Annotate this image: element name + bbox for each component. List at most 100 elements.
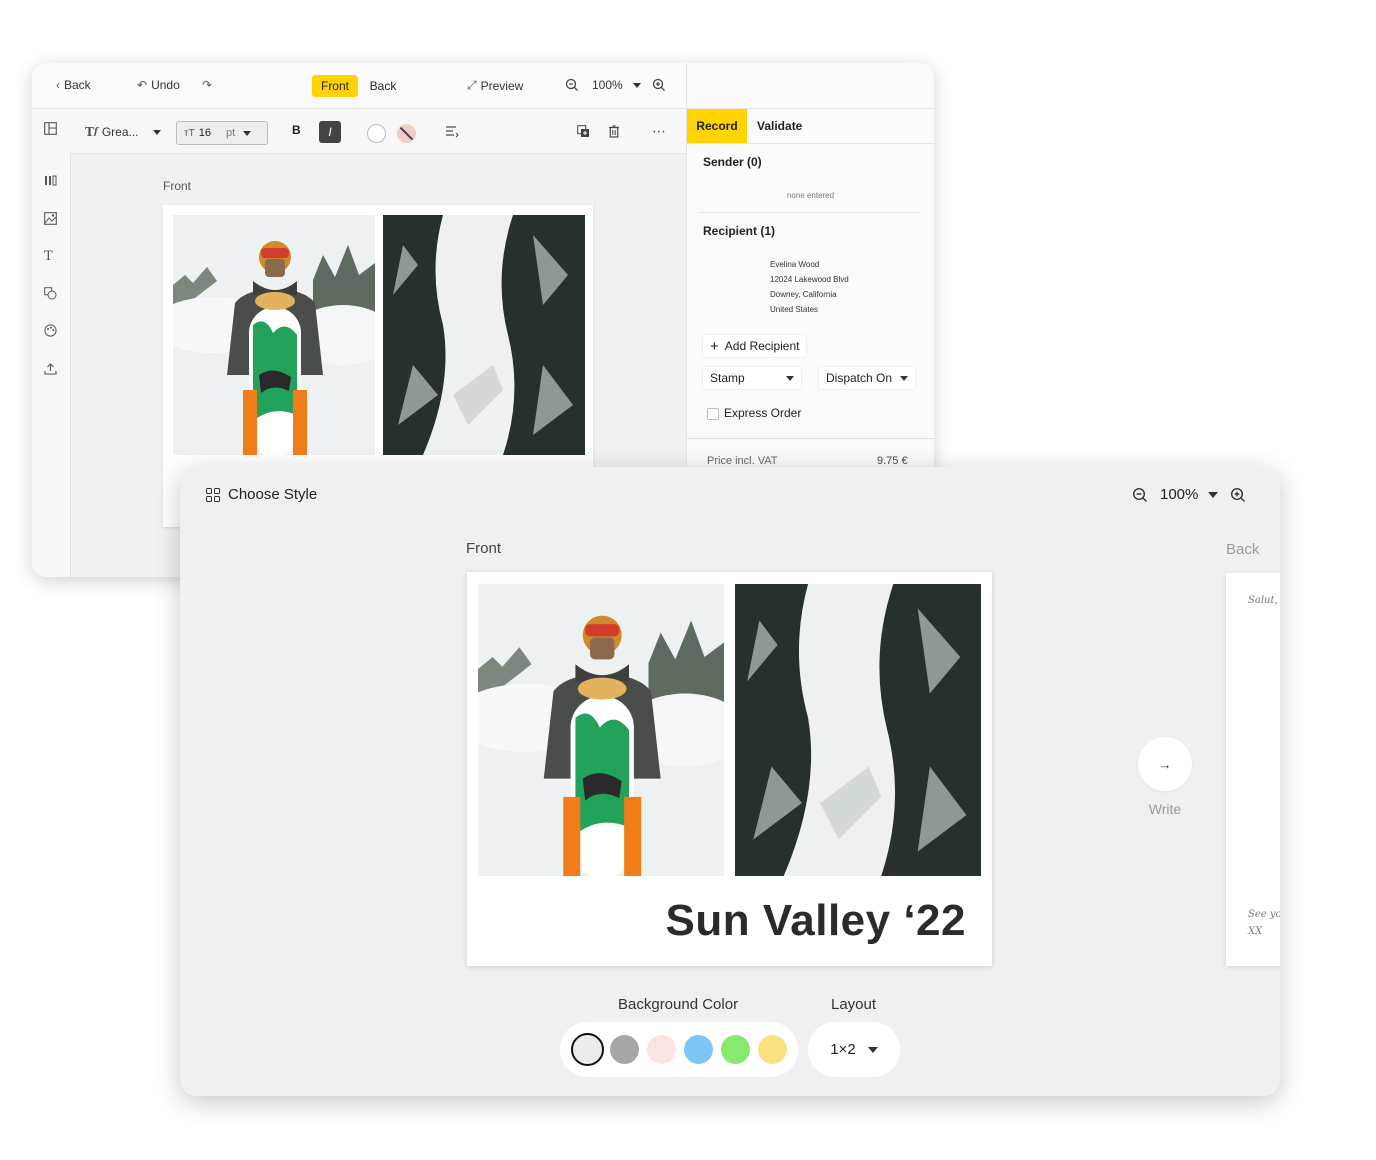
color-swatch[interactable] (571, 1033, 604, 1066)
duplicate-icon[interactable] (577, 125, 590, 138)
panel-divider (687, 438, 934, 439)
highlight-color-swatch[interactable] (397, 124, 416, 143)
price-label: Price incl. VAT (707, 455, 778, 467)
zoom-select[interactable]: 100% (592, 78, 641, 92)
redo-button[interactable]: ↷ (202, 78, 212, 92)
stamp-label: Stamp (710, 371, 745, 385)
postcard-back[interactable]: Salut, See you XX (1226, 573, 1280, 966)
address-line: 12024 Lakewood Blvd (770, 275, 849, 284)
add-recipient-label: Add Recipient (724, 339, 800, 353)
more-icon[interactable]: ⋯ (652, 123, 667, 140)
plus-icon: + (710, 337, 719, 355)
back-button[interactable]: ‹ Back (56, 78, 91, 92)
snowboarder-photo (478, 584, 724, 876)
align-icon[interactable] (445, 125, 459, 138)
address-line: Downey, California (770, 290, 837, 299)
caret-down-icon (1208, 491, 1219, 498)
undo-button[interactable]: ↶ Undo (137, 78, 180, 92)
caret-down-icon (786, 375, 794, 381)
dispatch-select[interactable]: Dispatch On (819, 367, 916, 389)
color-swatch[interactable] (684, 1035, 713, 1064)
undo-label: Undo (151, 78, 180, 92)
zoom-out-icon[interactable] (1132, 487, 1148, 503)
sender-divider (699, 212, 921, 213)
recipient-address[interactable]: Evelina Wood 12024 Lakewood Blvd Downey,… (770, 257, 849, 317)
side-front-toggle[interactable]: Front (312, 75, 358, 97)
caret-down-icon (632, 82, 641, 88)
sender-empty-text: none entered (786, 191, 835, 200)
back-side-label: Back (1226, 541, 1260, 558)
palette-icon[interactable] (44, 324, 57, 337)
stamp-select[interactable]: Stamp (703, 367, 801, 389)
text-size-icon: ᴛT (184, 127, 195, 139)
add-recipient-button[interactable]: + Add Recipient (703, 335, 807, 357)
zoom-select[interactable]: 100% (1160, 486, 1219, 503)
caret-down-icon (900, 375, 909, 381)
color-swatch[interactable] (758, 1035, 787, 1064)
font-name: Grea... (101, 125, 139, 139)
choose-style-window: Choose Style 100% Front Back Sun Valley … (180, 467, 1280, 1096)
font-family-select[interactable]: Tf Grea... (85, 125, 161, 139)
text-tool-icon[interactable]: T (44, 249, 53, 264)
postcard-front[interactable]: Sun Valley ‘22 (467, 572, 992, 966)
postcard-title[interactable]: Sun Valley ‘22 (666, 896, 967, 946)
undo-icon: ↶ (137, 78, 148, 92)
preview-button[interactable]: ⤢ Preview (467, 78, 523, 93)
recipient-title: Recipient (1) (703, 224, 776, 238)
font-icon: Tf (85, 125, 98, 139)
caret-down-icon (867, 1046, 878, 1053)
text-color-swatch[interactable] (367, 124, 386, 143)
font-unit: pt (225, 127, 236, 139)
italic-button[interactable]: I (319, 121, 341, 143)
trash-icon[interactable] (608, 125, 620, 138)
side-back-toggle[interactable]: Back (360, 75, 406, 97)
background-color-picker (560, 1022, 798, 1077)
write-button[interactable]: → (1138, 737, 1192, 791)
sender-title: Sender (0) (703, 155, 762, 169)
upload-icon[interactable] (44, 362, 57, 375)
layout-value: 1×2 (830, 1041, 856, 1058)
color-swatch[interactable] (610, 1035, 639, 1064)
layout-label: Layout (831, 996, 877, 1013)
aerial-forest-photo (383, 215, 585, 455)
zoom-value: 100% (592, 78, 623, 92)
choose-style-title: Choose Style (228, 486, 318, 503)
back-signature: XX (1248, 926, 1263, 937)
bold-button[interactable]: B (292, 123, 301, 137)
background-color-label: Background Color (618, 996, 739, 1013)
address-line: United States (770, 305, 819, 314)
express-order-label: Express Order (724, 406, 802, 420)
front-side-label: Front (466, 540, 502, 557)
price-value: 9.75 € (877, 455, 908, 467)
color-swatch[interactable] (721, 1035, 750, 1064)
express-order-checkbox[interactable] (707, 408, 719, 420)
shapes-icon[interactable] (44, 287, 57, 300)
snowboarder-photo (173, 215, 375, 455)
back-greeting: Salut, (1248, 595, 1278, 606)
columns-icon[interactable] (44, 175, 57, 186)
expand-icon: ⤢ (467, 78, 477, 92)
editor-top-toolbar: ‹ Back ↶ Undo ↷ Front Back ⤢ Preview 100… (32, 63, 686, 109)
canvas-front-label: Front (163, 179, 192, 193)
zoom-out-icon[interactable] (565, 78, 579, 92)
tab-record[interactable]: Record (687, 109, 747, 143)
chevron-left-icon: ‹ (56, 78, 60, 92)
zoom-in-icon[interactable] (1230, 487, 1246, 503)
image-icon[interactable] (44, 212, 57, 225)
color-swatch[interactable] (647, 1035, 676, 1064)
back-label: Back (64, 78, 91, 92)
font-size-field[interactable]: ᴛT 16 pt (176, 121, 268, 145)
layout-panel-icon[interactable] (44, 122, 57, 135)
arrow-right-icon: → (1158, 756, 1172, 772)
panel-header-strip (686, 63, 934, 109)
zoom-controls: 100% (1132, 486, 1246, 503)
zoom-in-icon[interactable] (652, 78, 666, 92)
font-size-value: 16 (198, 127, 211, 139)
caret-down-icon (152, 129, 161, 135)
preview-label: Preview (480, 78, 524, 93)
tab-validate[interactable]: Validate (757, 109, 802, 143)
redo-icon: ↷ (202, 78, 213, 92)
caret-down-icon (243, 130, 252, 136)
aerial-forest-photo (735, 584, 981, 876)
layout-select[interactable]: 1×2 (808, 1022, 900, 1077)
